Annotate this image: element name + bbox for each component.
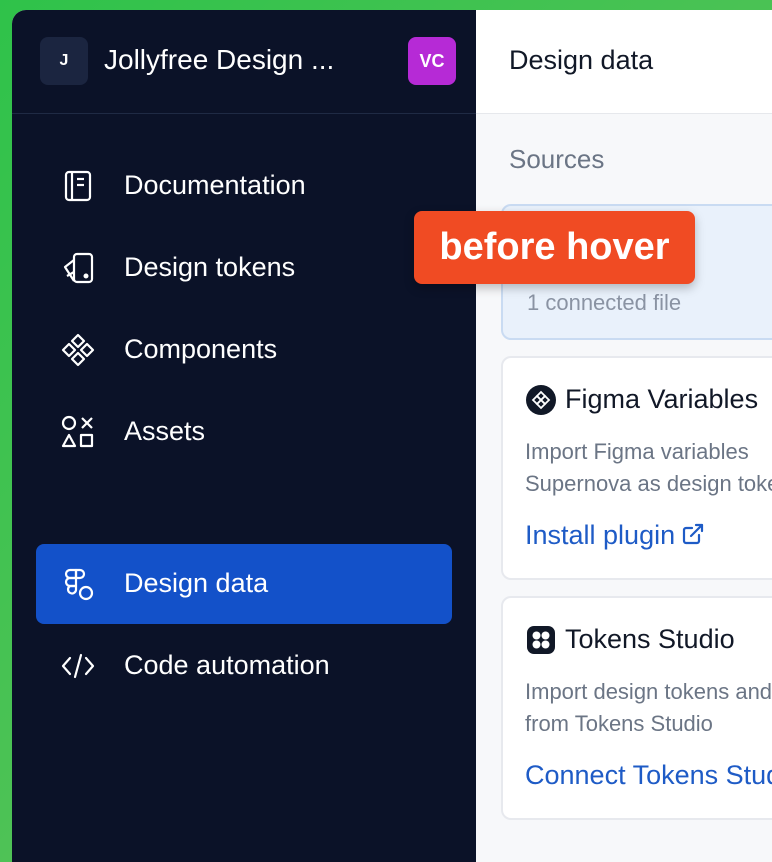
sidebar-item-design-tokens[interactable]: Design tokens (36, 228, 452, 308)
external-link-icon (683, 523, 704, 545)
connected-file-count: 1 connected file (527, 290, 682, 315)
connect-tokens-studio-link[interactable]: Connect Tokens Studio (525, 760, 772, 791)
workspace-avatar[interactable]: J (40, 37, 88, 85)
code-icon (61, 653, 95, 679)
tokens-studio-card: Tokens Studio Import design tokens and f… (501, 596, 772, 820)
user-avatar[interactable]: VC (408, 37, 456, 85)
sidebar-item-assets[interactable]: Assets (36, 392, 452, 472)
sidebar-item-label: Assets (124, 416, 206, 446)
sidebar-item-design-data[interactable]: Design data (36, 544, 452, 624)
design-data-icon (64, 568, 94, 601)
tokens-card-desc-line2: from Tokens Studio (525, 711, 713, 736)
sidebar-item-label: Design data (124, 568, 269, 598)
install-plugin-label: Install plugin (525, 520, 676, 550)
design-tokens-icon (63, 252, 94, 284)
tokens-card-desc-line1: Import design tokens and (525, 679, 772, 704)
sidebar: J Jollyfree Design ... VC Documentation … (12, 10, 476, 862)
sidebar-item-components[interactable]: Components (36, 310, 452, 390)
assets-icon (61, 415, 94, 448)
figma-card-desc-line1: Import Figma variables (525, 439, 749, 464)
install-plugin-link[interactable]: Install plugin (525, 520, 705, 551)
figma-card-title: Figma Variables (565, 384, 759, 414)
page-title: Design data (509, 45, 654, 75)
sidebar-item-label: Components (124, 334, 278, 364)
tokens-studio-icon (527, 626, 555, 654)
documentation-icon (64, 170, 92, 202)
sidebar-item-code-automation[interactable]: Code automation (36, 626, 452, 706)
workspace-name[interactable]: Jollyfree Design ... (104, 44, 334, 76)
figma-variables-icon (526, 385, 556, 415)
sidebar-item-documentation[interactable]: Documentation (36, 146, 452, 226)
sidebar-header: J Jollyfree Design ... VC (12, 10, 476, 114)
sources-heading: Sources (509, 144, 605, 174)
figma-variables-card: Figma Variables Import Figma variables S… (501, 356, 772, 580)
sidebar-item-label: Design tokens (124, 252, 296, 282)
main-panel: Design data Sources 1 connected file Fig… (476, 10, 772, 862)
tokens-card-title: Tokens Studio (565, 624, 735, 654)
main-header: Design data (476, 10, 772, 114)
before-hover-annotation: before hover (414, 211, 695, 284)
sidebar-item-label: Documentation (124, 170, 306, 200)
figma-card-desc-line2: Supernova as design tokens (525, 471, 772, 496)
components-icon (61, 333, 95, 367)
sidebar-item-label: Code automation (124, 650, 330, 680)
app-window: J Jollyfree Design ... VC Documentation … (12, 10, 772, 862)
